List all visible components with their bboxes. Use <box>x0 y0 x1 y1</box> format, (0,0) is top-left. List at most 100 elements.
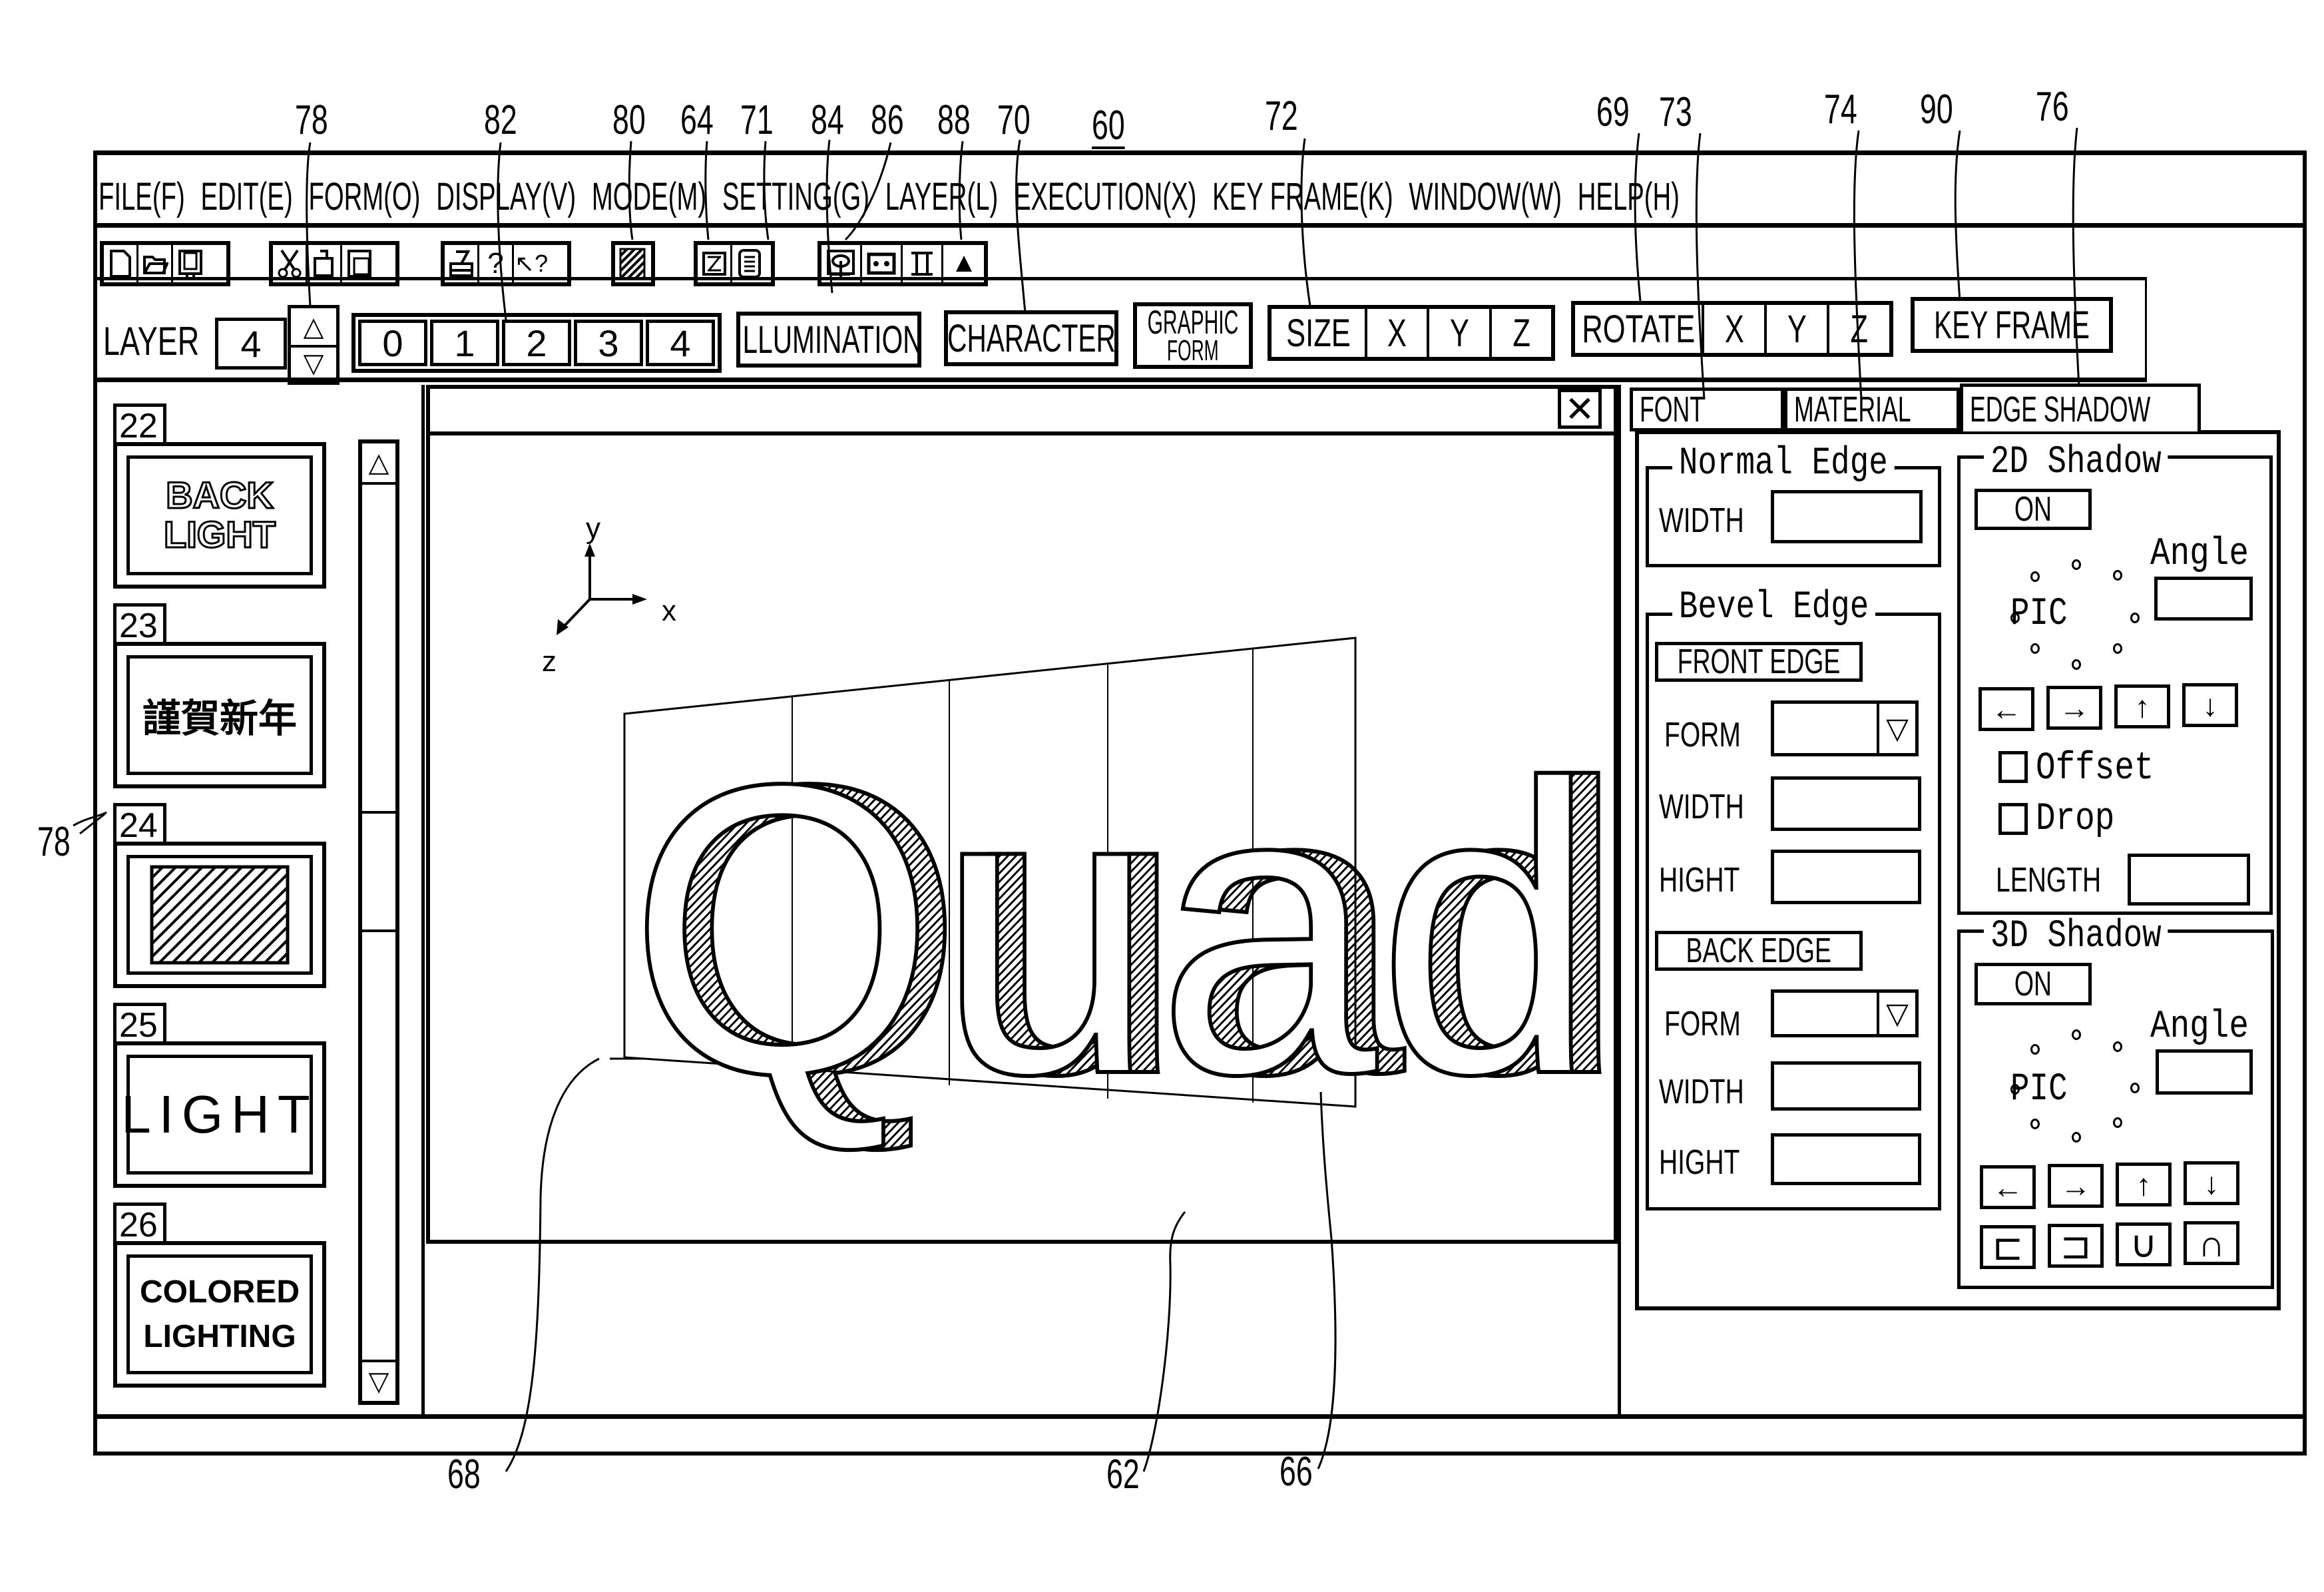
menu-help[interactable]: HELP(H) <box>1578 174 1680 219</box>
thumbnail-pattern[interactable] <box>113 842 326 988</box>
shadow-3d-right-button[interactable]: → <box>2048 1164 2104 1208</box>
thumbnail-back-light[interactable]: BACK LIGHT <box>113 442 326 589</box>
dropdown-arrow-icon[interactable]: ▽ <box>1879 704 1915 753</box>
direction-dot[interactable] <box>2113 643 2122 654</box>
thumbnail-colored-lighting[interactable]: COLORED LIGHTING <box>113 1241 326 1388</box>
rotate-x-label: X <box>1724 307 1744 351</box>
direction-dot[interactable] <box>2010 613 2020 623</box>
close-button[interactable]: ✕ <box>1558 389 1602 429</box>
direction-dot[interactable] <box>2072 1029 2081 1040</box>
back-edge-button[interactable]: BACK EDGE <box>1655 931 1863 971</box>
direction-dot[interactable] <box>2113 1117 2122 1128</box>
size-y-button[interactable]: Y <box>1429 309 1492 357</box>
thumbnail-text-2: LIGHT <box>163 513 277 555</box>
direction-dot[interactable] <box>2072 559 2081 570</box>
direction-dot[interactable] <box>2113 1041 2122 1052</box>
offset-checkbox[interactable] <box>1998 751 2028 783</box>
length-input[interactable] <box>2128 854 2250 906</box>
menu-layer[interactable]: LAYER(L) <box>885 174 998 219</box>
menu-window[interactable]: WINDOW(W) <box>1409 174 1562 219</box>
back-form-select[interactable]: ▽ <box>1771 989 1919 1037</box>
direction-dot[interactable] <box>2030 643 2040 654</box>
illumination-button[interactable]: ILLUMINATION <box>735 312 923 368</box>
size-button[interactable]: SIZE <box>1272 309 1367 357</box>
direction-dot[interactable] <box>2130 1083 2140 1093</box>
shadow-3d-angle-input[interactable] <box>2156 1049 2253 1095</box>
shadow-2d-on-button[interactable]: ON <box>1975 489 2092 530</box>
shape-left-open-button[interactable]: ⊏ <box>1980 1225 2036 1269</box>
template-scrollbar[interactable]: △ ▽ <box>358 439 399 1405</box>
scroll-down-button[interactable]: ▽ <box>362 1360 395 1401</box>
shadow-2d-down-button[interactable]: ↓ <box>2182 683 2238 727</box>
key-frame-button[interactable]: KEY FRAME <box>1911 297 2113 353</box>
drop-checkbox[interactable] <box>1998 803 2028 835</box>
layer-up-button[interactable]: △ <box>291 308 336 348</box>
text-face: Quad <box>628 698 1598 1160</box>
menu-display[interactable]: DISPLAY(V) <box>436 174 576 219</box>
layer-tab-2[interactable]: 2 <box>502 320 571 366</box>
shape-cap-button[interactable]: ∩ <box>2184 1221 2239 1265</box>
shape-cup-button[interactable]: ∪ <box>2116 1222 2172 1266</box>
tab-edge-shadow[interactable]: EDGE SHADOW <box>1960 384 2201 431</box>
tab-material[interactable]: MATERIAL <box>1784 388 1960 431</box>
shadow-2d-angle-input[interactable] <box>2154 577 2253 621</box>
shadow-2d-left-button[interactable]: ← <box>1978 687 2034 731</box>
menu-form[interactable]: FORM(O) <box>308 174 420 219</box>
scroll-up-button[interactable]: △ <box>362 443 395 485</box>
extruded-text-quad[interactable]: Quad Quad <box>626 696 1614 1162</box>
direction-dot[interactable] <box>2072 1132 2081 1143</box>
rotate-y-button[interactable]: Y <box>1767 305 1829 353</box>
back-width-input[interactable] <box>1771 1061 1921 1111</box>
shadow-2d-right-button[interactable]: → <box>2046 686 2102 730</box>
direction-dot[interactable] <box>2072 659 2081 670</box>
thumbnail-light[interactable]: LIGHT <box>113 1041 326 1188</box>
menu-edit[interactable]: EDIT(E) <box>200 174 292 219</box>
shape-right-open-button[interactable]: ⊐ <box>2048 1224 2104 1268</box>
shadow-3d-left-button[interactable]: ← <box>1980 1165 2036 1209</box>
graphic-triangle-icon <box>955 256 972 272</box>
direction-dot[interactable] <box>2030 1044 2040 1055</box>
direction-dot[interactable] <box>2030 1119 2040 1129</box>
front-width-input[interactable] <box>1771 776 1921 831</box>
graphic-form-button[interactable]: GRAPHIC FORM <box>1133 302 1253 369</box>
dropdown-arrow-icon[interactable]: ▽ <box>1879 993 1915 1034</box>
menu-key-frame[interactable]: KEY FRAME(K) <box>1212 174 1393 219</box>
back-hight-input[interactable] <box>1771 1133 1921 1185</box>
character-button[interactable]: CHARACTER <box>944 310 1118 366</box>
normal-edge-width-input[interactable] <box>1771 490 1923 543</box>
direction-dot[interactable] <box>2030 571 2040 582</box>
direction-dot[interactable] <box>2010 1084 2020 1095</box>
tab-font[interactable]: FONT <box>1630 388 1784 431</box>
menu-mode[interactable]: MODE(M) <box>592 174 706 219</box>
layer-tab-0[interactable]: 0 <box>358 320 427 366</box>
shadow-3d-up-button[interactable]: ↑ <box>2116 1163 2172 1206</box>
menu-setting[interactable]: SETTING(G) <box>722 174 869 219</box>
rotate-button[interactable]: ROTATE <box>1575 305 1704 353</box>
direction-dot[interactable] <box>2130 613 2140 623</box>
front-edge-button[interactable]: FRONT EDGE <box>1655 642 1863 682</box>
menu-execution[interactable]: EXECUTION(X) <box>1014 174 1196 219</box>
front-hight-input[interactable] <box>1771 850 1921 904</box>
size-z-button[interactable]: Z <box>1492 309 1551 357</box>
ref-numeral-70: 70 <box>997 97 1031 143</box>
front-form-select[interactable]: ▽ <box>1771 700 1919 756</box>
layer-tab-1[interactable]: 1 <box>430 320 499 366</box>
preview-canvas[interactable]: y x z Quad Quad <box>430 439 1614 1240</box>
direction-dot[interactable] <box>2113 570 2122 581</box>
layer-tab-3[interactable]: 3 <box>574 320 643 366</box>
size-x-button[interactable]: X <box>1367 309 1430 357</box>
shadow-3d-down-button[interactable]: ↓ <box>2184 1161 2239 1205</box>
preview-title-bar[interactable] <box>426 385 1618 435</box>
scroll-thumb[interactable] <box>362 811 395 932</box>
menu-file[interactable]: FILE(F) <box>99 174 185 219</box>
layer-value-field[interactable]: 4 <box>215 318 287 370</box>
rotate-x-button[interactable]: X <box>1704 305 1767 353</box>
shadow-2d-up-button[interactable]: ↑ <box>2114 684 2170 728</box>
illumination-label: ILLUMINATION <box>735 318 923 362</box>
thumbnail-number: 22 <box>113 403 166 445</box>
shadow-3d-on-button[interactable]: ON <box>1975 963 2092 1005</box>
layer-tab-4[interactable]: 4 <box>646 320 715 366</box>
thumbnail-new-year[interactable]: 謹賀新年 <box>113 642 326 788</box>
rotate-z-button[interactable]: Z <box>1829 305 1889 353</box>
layer-down-button[interactable]: ▽ <box>291 345 336 382</box>
